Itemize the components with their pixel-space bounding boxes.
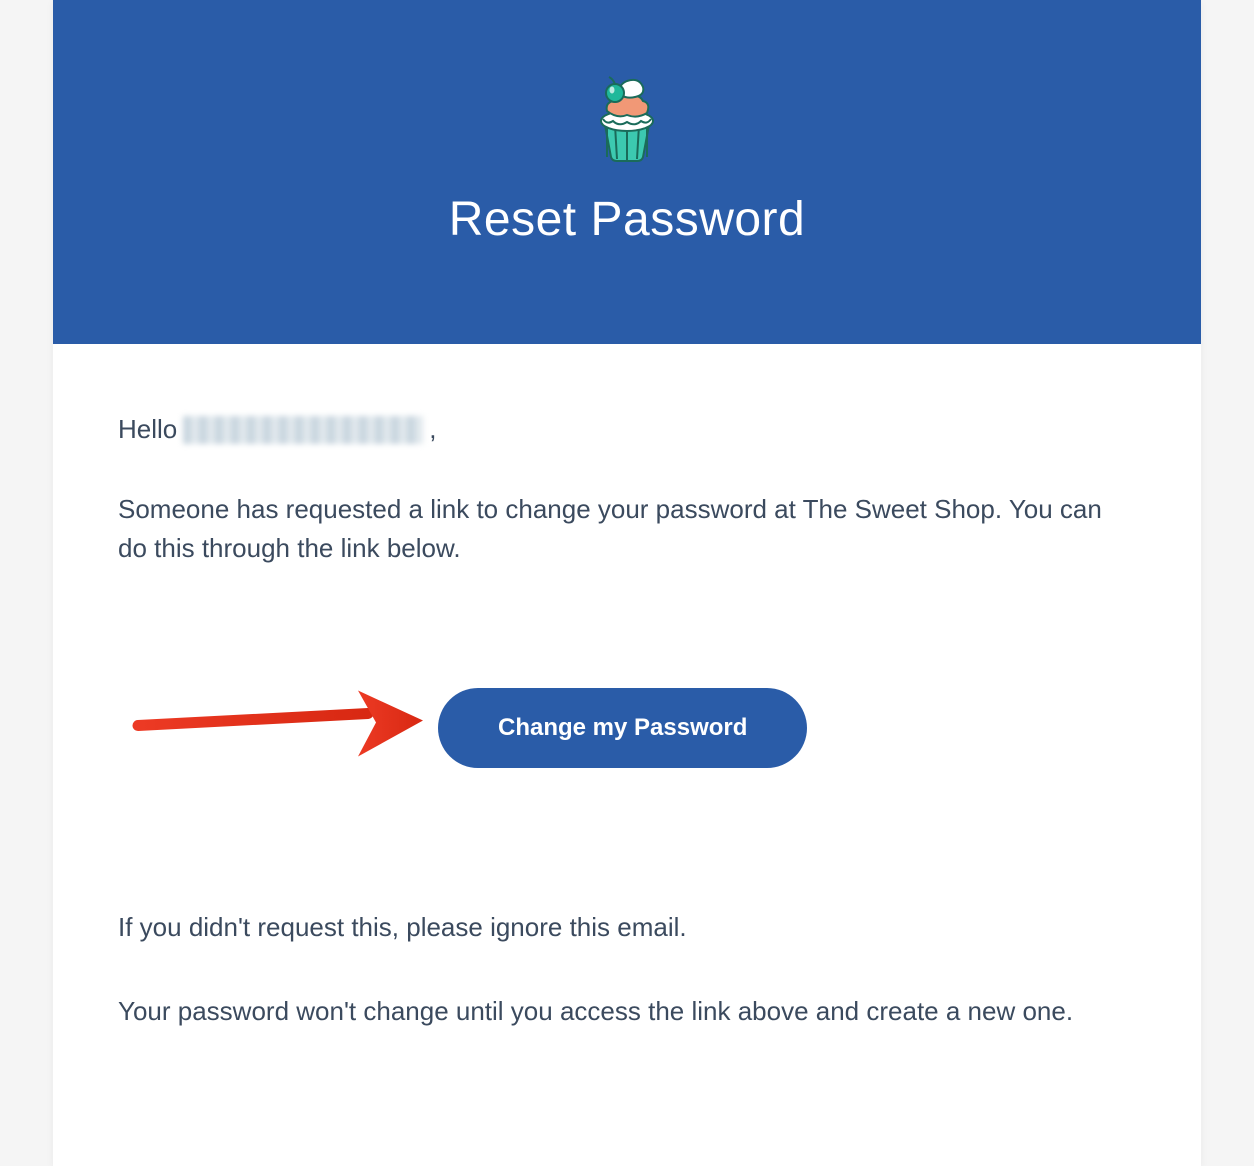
cta-row: Change my Password [118, 688, 1136, 768]
greeting-suffix: , [429, 414, 436, 445]
greeting-prefix: Hello [118, 414, 177, 445]
footer-text: Your password won't change until you acc… [118, 992, 1136, 1031]
cupcake-logo-icon [577, 67, 677, 172]
message-text: Someone has requested a link to change y… [118, 490, 1136, 568]
recipient-name-redacted [183, 416, 423, 444]
ignore-text: If you didn't request this, please ignor… [118, 908, 1136, 947]
email-body: Hello , Someone has requested a link to … [53, 344, 1201, 1166]
page-title: Reset Password [449, 192, 805, 247]
annotation-arrow-icon [128, 681, 428, 776]
email-header: Reset Password [53, 0, 1201, 344]
change-password-button[interactable]: Change my Password [438, 688, 807, 768]
email-container: Reset Password Hello , Someone has reque… [53, 0, 1201, 1166]
greeting-line: Hello , [118, 414, 1136, 445]
